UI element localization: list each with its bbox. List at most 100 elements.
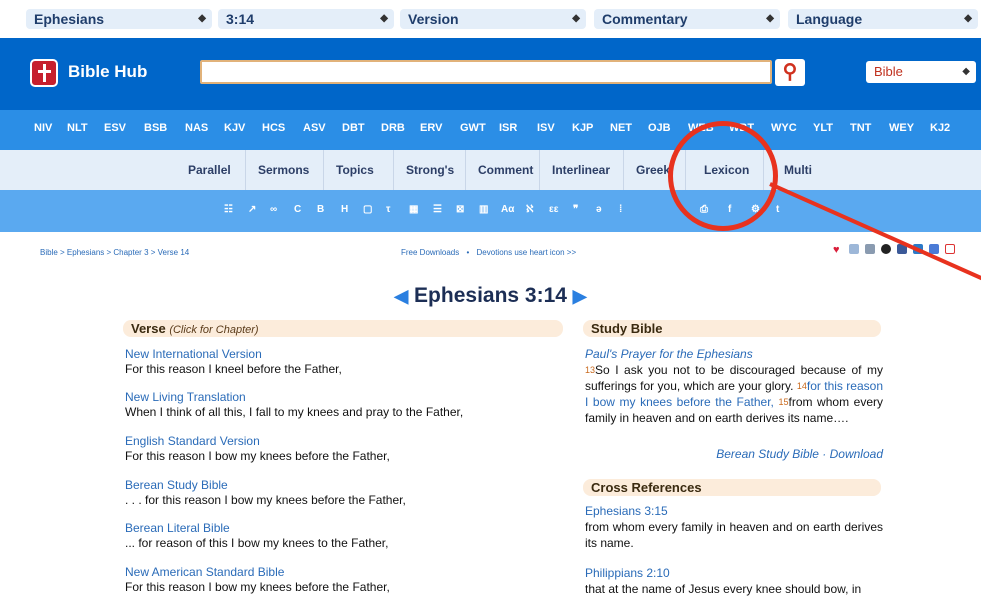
version-link[interactable]: KJV bbox=[224, 122, 245, 134]
study-credit: Berean Study Bible · Download bbox=[585, 446, 883, 462]
verse-heading: Verse bbox=[131, 321, 166, 336]
version-link[interactable]: OJB bbox=[648, 122, 671, 134]
cross-ref-link: Ephesians 3:15 bbox=[585, 503, 883, 519]
tool-icon[interactable]: H bbox=[341, 204, 348, 215]
study-subtitle-text[interactable]: Paul's Prayer for the Ephesians bbox=[585, 347, 753, 361]
brand-name[interactable]: Bible Hub bbox=[68, 62, 147, 82]
cross-ref-link-1[interactable]: Ephesians 3:15 bbox=[585, 504, 668, 518]
tab-multi[interactable]: Multi bbox=[772, 150, 832, 190]
next-verse-arrow-icon[interactable]: ▶ bbox=[573, 286, 587, 306]
twitter-icon[interactable]: t bbox=[776, 204, 779, 215]
version-link[interactable]: NET bbox=[610, 122, 632, 134]
version-name[interactable]: English Standard Version bbox=[125, 434, 260, 448]
chapter-verse-select[interactable]: 3:14 ◆ bbox=[218, 9, 394, 29]
tool-icon[interactable]: ▢ bbox=[363, 204, 372, 215]
home-icon[interactable] bbox=[865, 244, 875, 254]
tool-icon[interactable]: ▦ bbox=[409, 204, 418, 215]
version-link[interactable]: DRB bbox=[381, 122, 405, 134]
separator-dot: • bbox=[466, 248, 470, 257]
mail-icon[interactable] bbox=[849, 244, 859, 254]
tab-topics[interactable]: Topics bbox=[324, 150, 394, 190]
search-icon: ⚲ bbox=[782, 61, 798, 83]
book-select[interactable]: Ephesians ◆ bbox=[26, 9, 212, 29]
tool-icon[interactable]: ⊠ bbox=[456, 204, 464, 215]
version-link[interactable]: ERV bbox=[420, 122, 442, 134]
version-name[interactable]: New American Standard Bible bbox=[125, 565, 284, 579]
version-link[interactable]: ASV bbox=[303, 122, 326, 134]
tool-icon[interactable]: Aα bbox=[501, 204, 514, 215]
tab-strongs[interactable]: Strong's bbox=[394, 150, 466, 190]
tab-interlinear[interactable]: Interlinear bbox=[540, 150, 624, 190]
version-link[interactable]: WEY bbox=[889, 122, 914, 134]
tool-icon[interactable]: ❞ bbox=[573, 204, 578, 215]
bible-select[interactable]: Bible ◆ bbox=[866, 61, 976, 83]
version-select[interactable]: Version ◆ bbox=[400, 9, 586, 29]
tab-parallel[interactable]: Parallel bbox=[176, 150, 246, 190]
version-name[interactable]: Berean Study Bible bbox=[125, 478, 228, 492]
tool-icon[interactable]: ∞ bbox=[270, 204, 277, 215]
version-link[interactable]: NAS bbox=[185, 122, 208, 134]
version-name[interactable]: Berean Literal Bible bbox=[125, 521, 230, 535]
version-name[interactable]: New International Version bbox=[125, 347, 262, 361]
devotions-link[interactable]: Devotions use heart icon >> bbox=[477, 248, 577, 257]
version-link[interactable]: YLT bbox=[813, 122, 833, 134]
version-bar: NIV NLT ESV BSB NAS KJV HCS ASV DBT DRB … bbox=[0, 110, 981, 150]
tab-comment[interactable]: Comment bbox=[466, 150, 540, 190]
cross-ref-link-2[interactable]: Philippians 2:10 bbox=[585, 566, 670, 580]
version-link[interactable]: ISV bbox=[537, 122, 555, 134]
tool-icon[interactable]: ℵ bbox=[526, 204, 533, 215]
search-input[interactable] bbox=[200, 60, 772, 84]
commentary-select[interactable]: Commentary ◆ bbox=[594, 9, 780, 29]
verse-text: For this reason I bow my knees before th… bbox=[125, 580, 390, 594]
version-link[interactable]: HCS bbox=[262, 122, 285, 134]
verse-text: When I think of all this, I fall to my k… bbox=[125, 405, 464, 419]
version-link[interactable]: KJP bbox=[572, 122, 593, 134]
tool-icon[interactable]: ☷ bbox=[224, 204, 233, 215]
circle-icon[interactable] bbox=[881, 244, 891, 254]
pinterest-icon[interactable] bbox=[945, 244, 955, 254]
verse-text: . . . for this reason I bow my knees bef… bbox=[125, 493, 406, 507]
version-link[interactable]: ISR bbox=[499, 122, 517, 134]
cross-references-header: Cross References bbox=[583, 479, 881, 496]
verse-section-header[interactable]: Verse (Click for Chapter) bbox=[123, 320, 563, 337]
verse-number[interactable]: 15 bbox=[778, 397, 788, 407]
breadcrumb[interactable]: Bible > Ephesians > Chapter 3 > Verse 14 bbox=[40, 248, 189, 257]
tool-icon[interactable]: ☰ bbox=[433, 204, 442, 215]
annotation-circle bbox=[668, 121, 778, 231]
version-link[interactable]: BSB bbox=[144, 122, 167, 134]
version-name[interactable]: New Living Translation bbox=[125, 390, 246, 404]
tool-icon[interactable]: ▥ bbox=[479, 204, 488, 215]
free-downloads-link[interactable]: Free Downloads bbox=[401, 248, 459, 257]
version-link[interactable]: NIV bbox=[34, 122, 52, 134]
version-link[interactable]: TNT bbox=[850, 122, 871, 134]
downloads-links: Free Downloads • Devotions use heart ico… bbox=[401, 248, 576, 257]
select-arrows-icon: ◆ bbox=[572, 13, 580, 24]
verse-number[interactable]: 13 bbox=[585, 365, 595, 375]
bible-hub-logo-icon[interactable] bbox=[30, 59, 58, 87]
previous-verse-arrow-icon[interactable]: ◀ bbox=[394, 286, 408, 306]
version-link[interactable]: ESV bbox=[104, 122, 126, 134]
tool-icon[interactable]: εε bbox=[549, 204, 559, 215]
tool-icon[interactable]: ǝ bbox=[596, 204, 602, 215]
tool-icon[interactable]: τ bbox=[386, 204, 390, 215]
tool-icon[interactable]: C bbox=[294, 204, 301, 215]
version-link[interactable]: NLT bbox=[67, 122, 88, 134]
tab-sermons[interactable]: Sermons bbox=[246, 150, 324, 190]
select-arrows-icon: ◆ bbox=[964, 13, 972, 24]
verse-number[interactable]: 14 bbox=[797, 381, 807, 391]
language-select[interactable]: Language ◆ bbox=[788, 9, 978, 29]
study-credit-link[interactable]: Berean Study Bible · Download bbox=[716, 447, 883, 461]
version-link[interactable]: DBT bbox=[342, 122, 365, 134]
language-select-label: Language bbox=[796, 11, 863, 27]
tool-icon[interactable]: ↗ bbox=[248, 204, 256, 215]
version-link[interactable]: GWT bbox=[460, 122, 486, 134]
tool-icon[interactable]: B bbox=[317, 204, 324, 215]
version-link[interactable]: KJ2 bbox=[930, 122, 950, 134]
search-button[interactable]: ⚲ bbox=[775, 59, 805, 86]
cross-ref-link: Philippians 2:10 bbox=[585, 565, 883, 581]
heart-icon[interactable]: ♥ bbox=[833, 244, 843, 256]
version-link[interactable]: WYC bbox=[771, 122, 797, 134]
cross-ref-text: from whom every family in heaven and on … bbox=[585, 520, 883, 550]
tool-icon[interactable]: ⁞ bbox=[619, 204, 622, 215]
select-arrows-icon: ◆ bbox=[198, 13, 206, 24]
